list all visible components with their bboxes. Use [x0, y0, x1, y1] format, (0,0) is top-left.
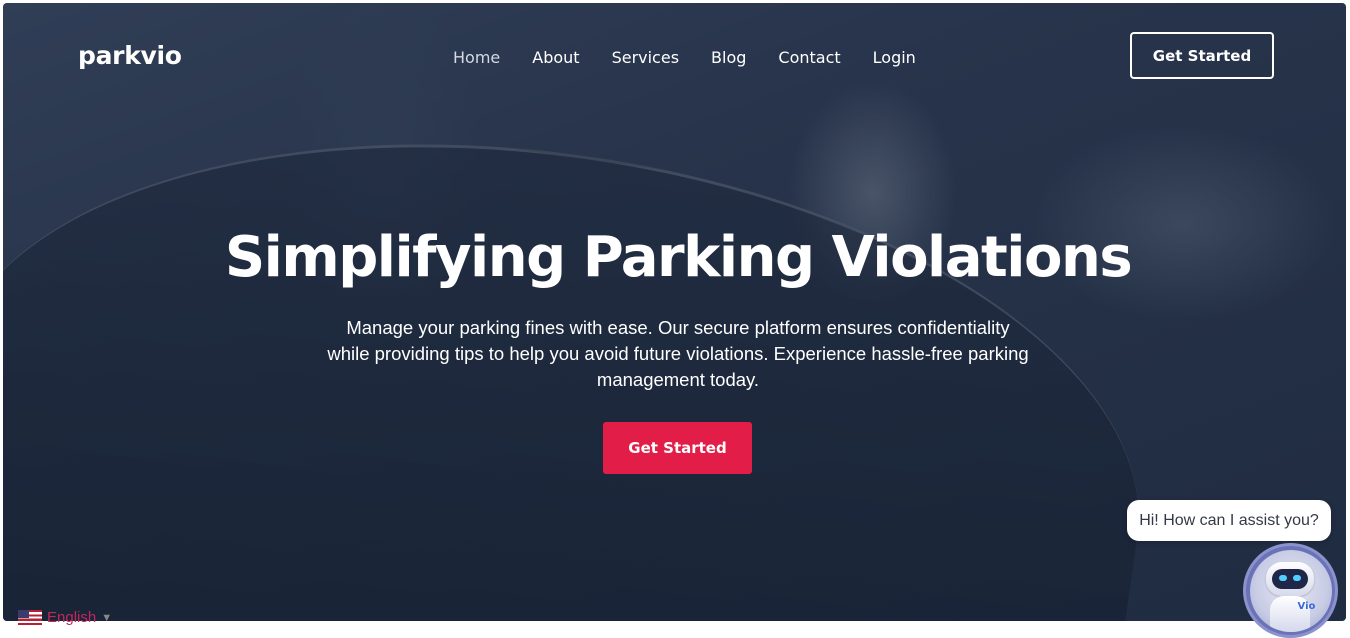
brand-logo[interactable]: parkvio: [78, 41, 182, 70]
robot-eye-icon: [1292, 574, 1301, 581]
hero-get-started-button[interactable]: Get Started: [603, 422, 752, 474]
caret-down-icon: ▼: [101, 611, 113, 624]
robot-eye-icon: [1278, 574, 1287, 581]
language-label: English: [47, 609, 97, 626]
nav-item-login[interactable]: Login: [873, 48, 916, 67]
hero-headline: Simplifying Parking Violations: [224, 225, 1133, 290]
hero-subtitle: Manage your parking fines with ease. Our…: [327, 317, 1029, 390]
robot-face: [1271, 568, 1308, 589]
chatbot-launcher[interactable]: Vio: [1243, 543, 1338, 638]
language-selector[interactable]: English ▼: [18, 609, 112, 626]
nav-item-home[interactable]: Home: [453, 48, 500, 67]
nav-item-about[interactable]: About: [532, 48, 579, 67]
us-flag-icon: [18, 610, 42, 625]
nav-item-contact[interactable]: Contact: [778, 48, 840, 67]
bot-name-label: Vio: [1297, 600, 1316, 612]
chat-greeting-bubble[interactable]: Hi! How can I assist you?: [1127, 500, 1331, 541]
nav-item-services[interactable]: Services: [612, 48, 679, 67]
robot-avatar-icon: Vio: [1249, 549, 1332, 632]
main-nav: Home About Services Blog Contact Login: [453, 48, 916, 67]
nav-item-blog[interactable]: Blog: [711, 48, 746, 67]
header-get-started-button[interactable]: Get Started: [1130, 32, 1274, 79]
robot-head: [1265, 561, 1314, 596]
